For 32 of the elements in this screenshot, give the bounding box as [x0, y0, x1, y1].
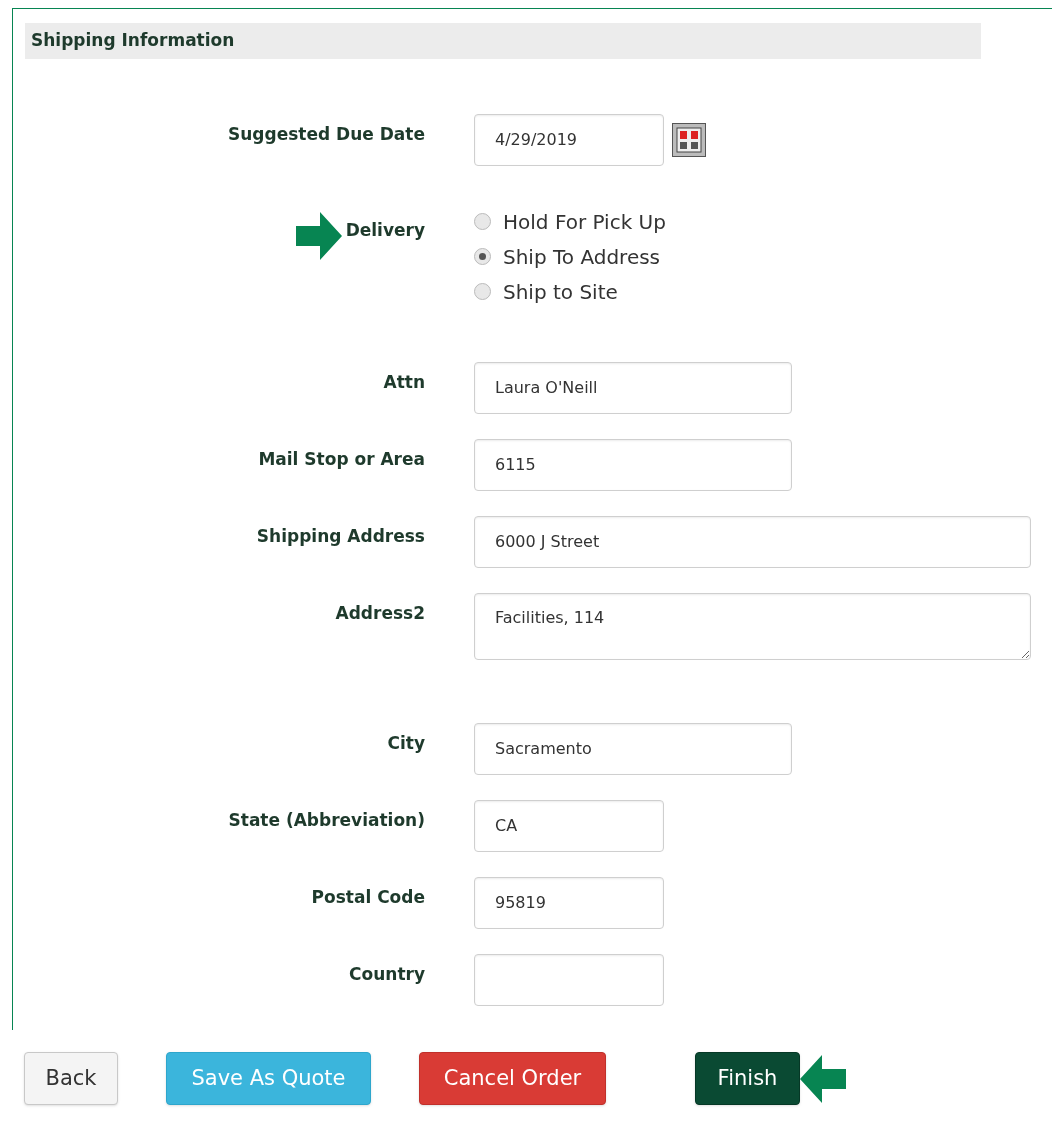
text-field[interactable]: CA [474, 799, 664, 852]
field-label: Delivery [345, 218, 425, 242]
date-field[interactable]: 4/29/2019 [474, 113, 664, 166]
arrow-icon [800, 1054, 846, 1103]
radio-label: Hold For Pick Up [503, 209, 666, 234]
radio-label: Ship To Address [503, 244, 661, 269]
radio-label: Ship to Site [503, 279, 618, 304]
radio-button[interactable] [474, 283, 491, 300]
action-button[interactable]: Finish [695, 1052, 800, 1105]
text-field[interactable]: Laura O'Neill [474, 361, 792, 414]
text-area[interactable]: Facilities, 114 [474, 592, 1031, 660]
field-label: City [387, 731, 425, 755]
field-label: Shipping Address [256, 524, 425, 548]
text-field[interactable]: 6115 [474, 438, 792, 491]
action-button[interactable]: Back [24, 1052, 118, 1105]
text-field[interactable]: 95819 [474, 876, 664, 929]
text-field[interactable]: Sacramento [474, 722, 792, 775]
field-label: State (Abbreviation) [228, 808, 425, 832]
field-label: Mail Stop or Area [258, 447, 425, 471]
arrow-icon [295, 211, 342, 260]
field-label: Country [349, 962, 425, 986]
radio-button[interactable] [474, 213, 491, 230]
action-button[interactable]: Cancel Order [419, 1052, 606, 1105]
radio-button[interactable] [474, 248, 491, 265]
calendar-icon[interactable] [672, 122, 706, 157]
text-field[interactable]: 6000 J Street [474, 515, 1031, 568]
section-header: Shipping Information [25, 23, 981, 59]
field-label: Suggested Due Date [228, 122, 425, 146]
field-label: Postal Code [311, 885, 425, 909]
field-label: Address2 [335, 601, 425, 625]
text-field[interactable] [474, 953, 664, 1006]
field-label: Attn [383, 370, 425, 394]
